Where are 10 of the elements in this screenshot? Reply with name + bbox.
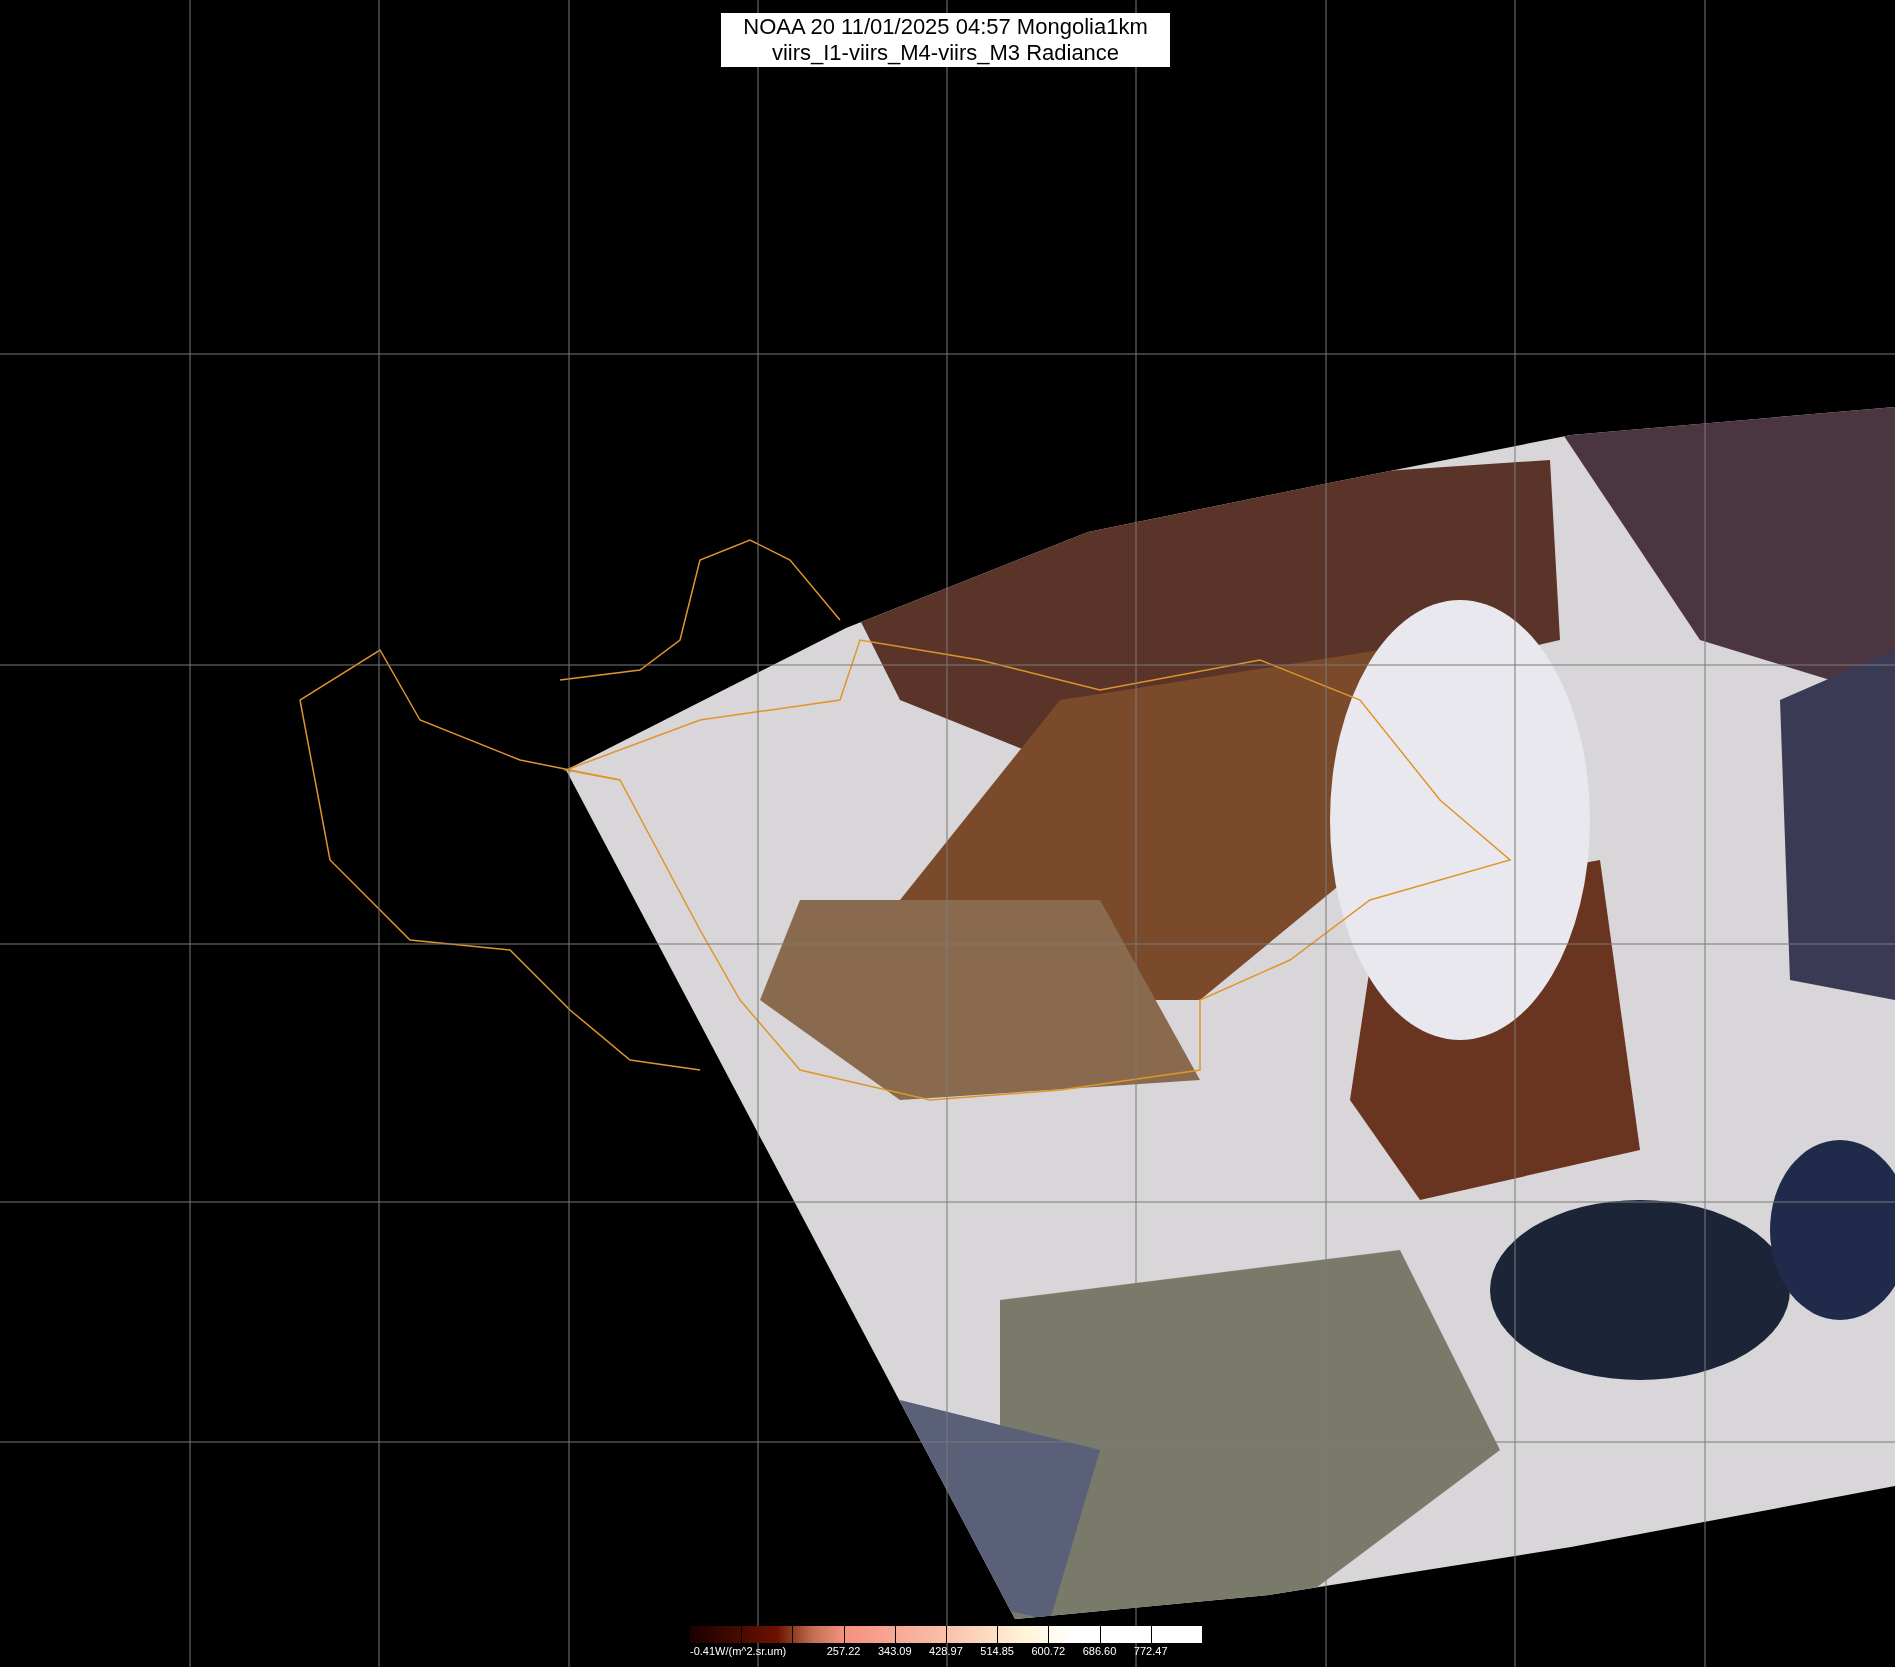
colorbar-label: 257.22 (826, 1644, 861, 1658)
colorbar-label: 343.09 (877, 1644, 912, 1658)
colorbar-label: 428.97 (929, 1644, 963, 1658)
colorbar-label: 686.60 (1082, 1644, 1117, 1658)
colorbar-label: 514.85 (980, 1644, 1014, 1658)
title-line: viirs_I1-viirs_M4-viirs_M3 Radiance (771, 40, 1120, 66)
title-line: NOAA 20 11/01/2025 04:57 Mongolia1km (743, 14, 1148, 40)
colorbar-label: -0.41W/(m^2.sr.um) (690, 1644, 787, 1658)
colorbar-label: 772.47 (1133, 1644, 1168, 1658)
colorbar-label: 600.72 (1031, 1644, 1066, 1658)
